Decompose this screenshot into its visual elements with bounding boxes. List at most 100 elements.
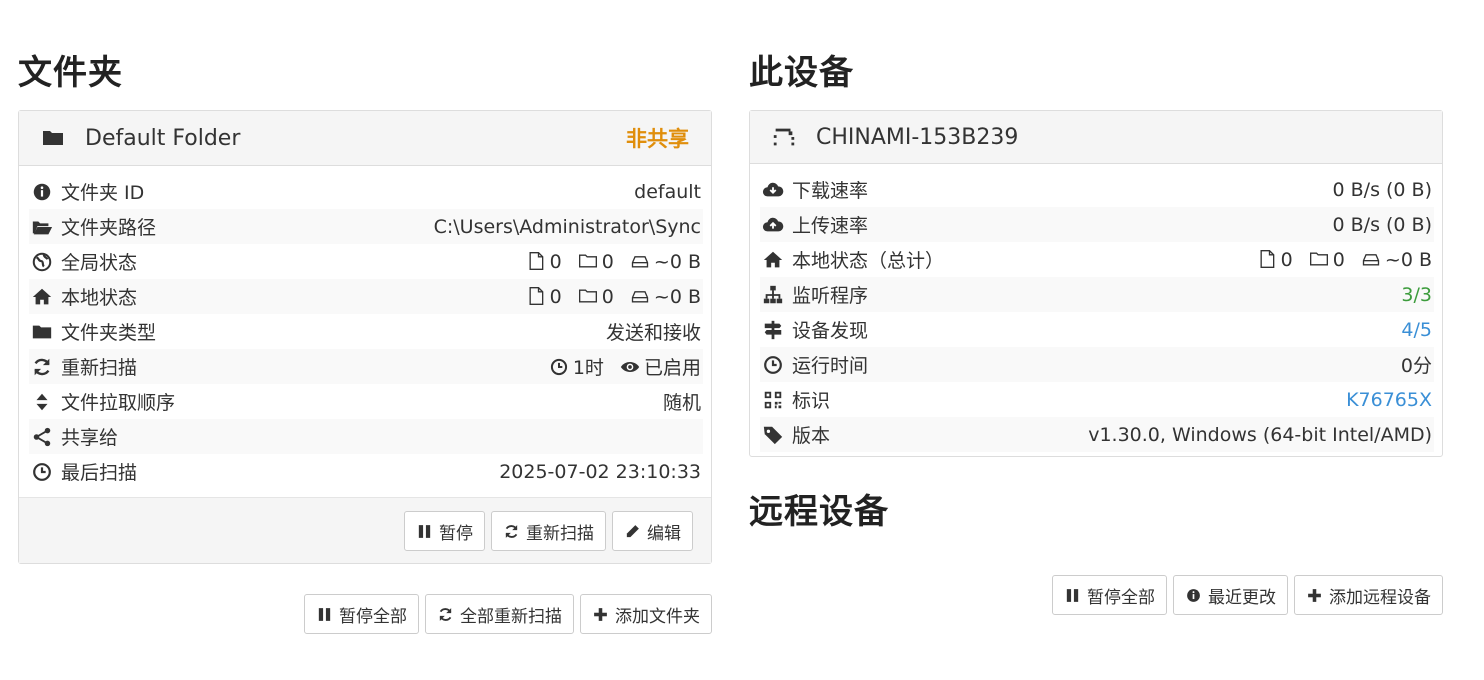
table-row: 设备发现 4/5	[760, 312, 1434, 347]
row-label: 版本	[792, 425, 831, 447]
clock-icon	[31, 461, 53, 483]
this-device-panel: CHINAMI-153B239 下载速率 0 B/s (0 B) 上传速率 0 …	[749, 110, 1443, 457]
qrcode-icon	[762, 389, 784, 411]
remote-devices-title: 远程设备	[749, 492, 889, 532]
table-row: 文件夹 ID default	[29, 174, 703, 209]
hdd-icon	[630, 286, 650, 306]
listeners-value[interactable]: 3/3	[1401, 284, 1432, 306]
folder-name: Default Folder	[85, 125, 241, 151]
folder-panel-heading[interactable]: Default Folder 非共享	[19, 111, 711, 166]
pull-order-value: 随机	[662, 392, 701, 414]
folders-title: 文件夹	[18, 53, 123, 93]
pause-all-devices-button[interactable]: 暂停全部	[1052, 575, 1167, 615]
table-row: 本地状态 0 0 ~0 B	[29, 279, 703, 314]
folder-icon	[31, 321, 53, 343]
cloud-upload-icon	[762, 214, 784, 236]
discovery-value[interactable]: 4/5	[1401, 319, 1432, 341]
edit-folder-label: 编辑	[647, 523, 681, 544]
add-remote-device-button[interactable]: 添加远程设备	[1294, 575, 1443, 615]
file-icon	[1257, 249, 1277, 269]
signpost-icon	[762, 319, 784, 341]
table-row: 监听程序 3/3	[760, 277, 1434, 312]
pause-all-label: 暂停全部	[339, 606, 407, 627]
pause-icon	[416, 523, 433, 540]
total-files-count: 0	[1280, 248, 1293, 271]
table-row: 全局状态 0 0 ~0 B	[29, 244, 703, 279]
total-size: ~0 B	[1384, 248, 1432, 271]
folder-actions: 暂停全部 全部重新扫描 添加文件夹	[18, 594, 712, 634]
uptime-value: 0分	[1400, 355, 1432, 377]
this-device-heading[interactable]: CHINAMI-153B239	[750, 111, 1442, 164]
folders-column: 文件夹 Default Folder 非共享 文件夹 ID default 文件…	[18, 0, 712, 634]
folder-panel: Default Folder 非共享 文件夹 ID default 文件夹路径 …	[18, 110, 712, 564]
rescan-all-button[interactable]: 全部重新扫描	[425, 594, 574, 634]
refresh-icon	[31, 356, 53, 378]
upload-rate-value: 0 B/s (0 B)	[1332, 213, 1433, 236]
pause-icon	[1064, 587, 1081, 604]
recent-changes-button[interactable]: 最近更改	[1173, 575, 1288, 615]
rescan-folder-button[interactable]: 重新扫描	[491, 511, 606, 551]
global-size: ~0 B	[653, 250, 701, 273]
folder-id-value: default	[634, 180, 701, 203]
rescan-interval: 1时	[572, 357, 604, 379]
add-folder-label: 添加文件夹	[615, 606, 700, 627]
row-label: 文件夹路径	[61, 217, 157, 239]
version-value: v1.30.0, Windows (64-bit Intel/AMD)	[1088, 423, 1432, 446]
edit-folder-button[interactable]: 编辑	[612, 511, 693, 551]
table-row: 标识 K76765X	[760, 382, 1434, 417]
sort-icon	[31, 391, 53, 413]
info-circle-icon	[1185, 587, 1202, 604]
pause-folder-button[interactable]: 暂停	[404, 511, 485, 551]
table-row: 共享给	[29, 419, 703, 454]
row-label: 下载速率	[792, 180, 869, 202]
row-label: 监听程序	[792, 285, 869, 307]
folder-outline-icon	[578, 251, 598, 271]
device-id-link[interactable]: K76765X	[1346, 389, 1432, 411]
recent-changes-label: 最近更改	[1208, 587, 1276, 608]
device-name: CHINAMI-153B239	[816, 124, 1019, 150]
local-dirs-count: 0	[601, 285, 614, 308]
watcher-status: 已启用	[643, 357, 701, 379]
pencil-icon	[624, 523, 641, 540]
plus-icon	[592, 606, 609, 623]
global-files-count: 0	[549, 250, 562, 273]
device-identicon	[770, 123, 798, 151]
row-label: 文件夹类型	[61, 322, 157, 344]
sitemap-icon	[762, 284, 784, 306]
device-info-table: 下载速率 0 B/s (0 B) 上传速率 0 B/s (0 B) 本地状态（总…	[760, 172, 1434, 452]
folder-info-table: 文件夹 ID default 文件夹路径 C:\Users\Administra…	[29, 174, 703, 489]
table-row: 下载速率 0 B/s (0 B)	[760, 172, 1434, 207]
refresh-icon	[503, 523, 520, 540]
add-folder-button[interactable]: 添加文件夹	[580, 594, 712, 634]
pause-all-folders-button[interactable]: 暂停全部	[304, 594, 419, 634]
home-icon	[762, 249, 784, 271]
row-label: 共享给	[61, 427, 119, 449]
file-icon	[526, 251, 546, 271]
folder-type-value: 发送和接收	[605, 322, 701, 344]
table-row: 运行时间 0分	[760, 347, 1434, 382]
table-row: 文件夹路径 C:\Users\Administrator\Sync	[29, 209, 703, 244]
folder-icon	[39, 124, 67, 152]
cloud-download-icon	[762, 179, 784, 201]
file-icon	[526, 286, 546, 306]
table-row: 文件夹类型 发送和接收	[29, 314, 703, 349]
row-label: 文件夹 ID	[61, 182, 145, 204]
row-label: 运行时间	[792, 355, 869, 377]
folder-outline-icon	[1309, 249, 1329, 269]
rescan-folder-label: 重新扫描	[526, 523, 594, 544]
rescan-all-label: 全部重新扫描	[460, 606, 562, 627]
table-row: 文件拉取顺序 随机	[29, 384, 703, 419]
row-label: 全局状态	[61, 252, 138, 274]
home-icon	[31, 286, 53, 308]
table-row: 最后扫描 2025-07-02 23:10:33	[29, 454, 703, 489]
row-label: 设备发现	[792, 320, 869, 342]
globe-icon	[31, 251, 53, 273]
this-device-title: 此设备	[749, 53, 854, 93]
row-label: 上传速率	[792, 215, 869, 237]
clock-icon	[762, 354, 784, 376]
local-files-count: 0	[549, 285, 562, 308]
local-size: ~0 B	[653, 285, 701, 308]
devices-column: 此设备 CHINAMI-153B239 下载速率 0 B/s (0 B) 上传速…	[749, 0, 1443, 615]
share-icon	[31, 426, 53, 448]
folder-outline-icon	[578, 286, 598, 306]
